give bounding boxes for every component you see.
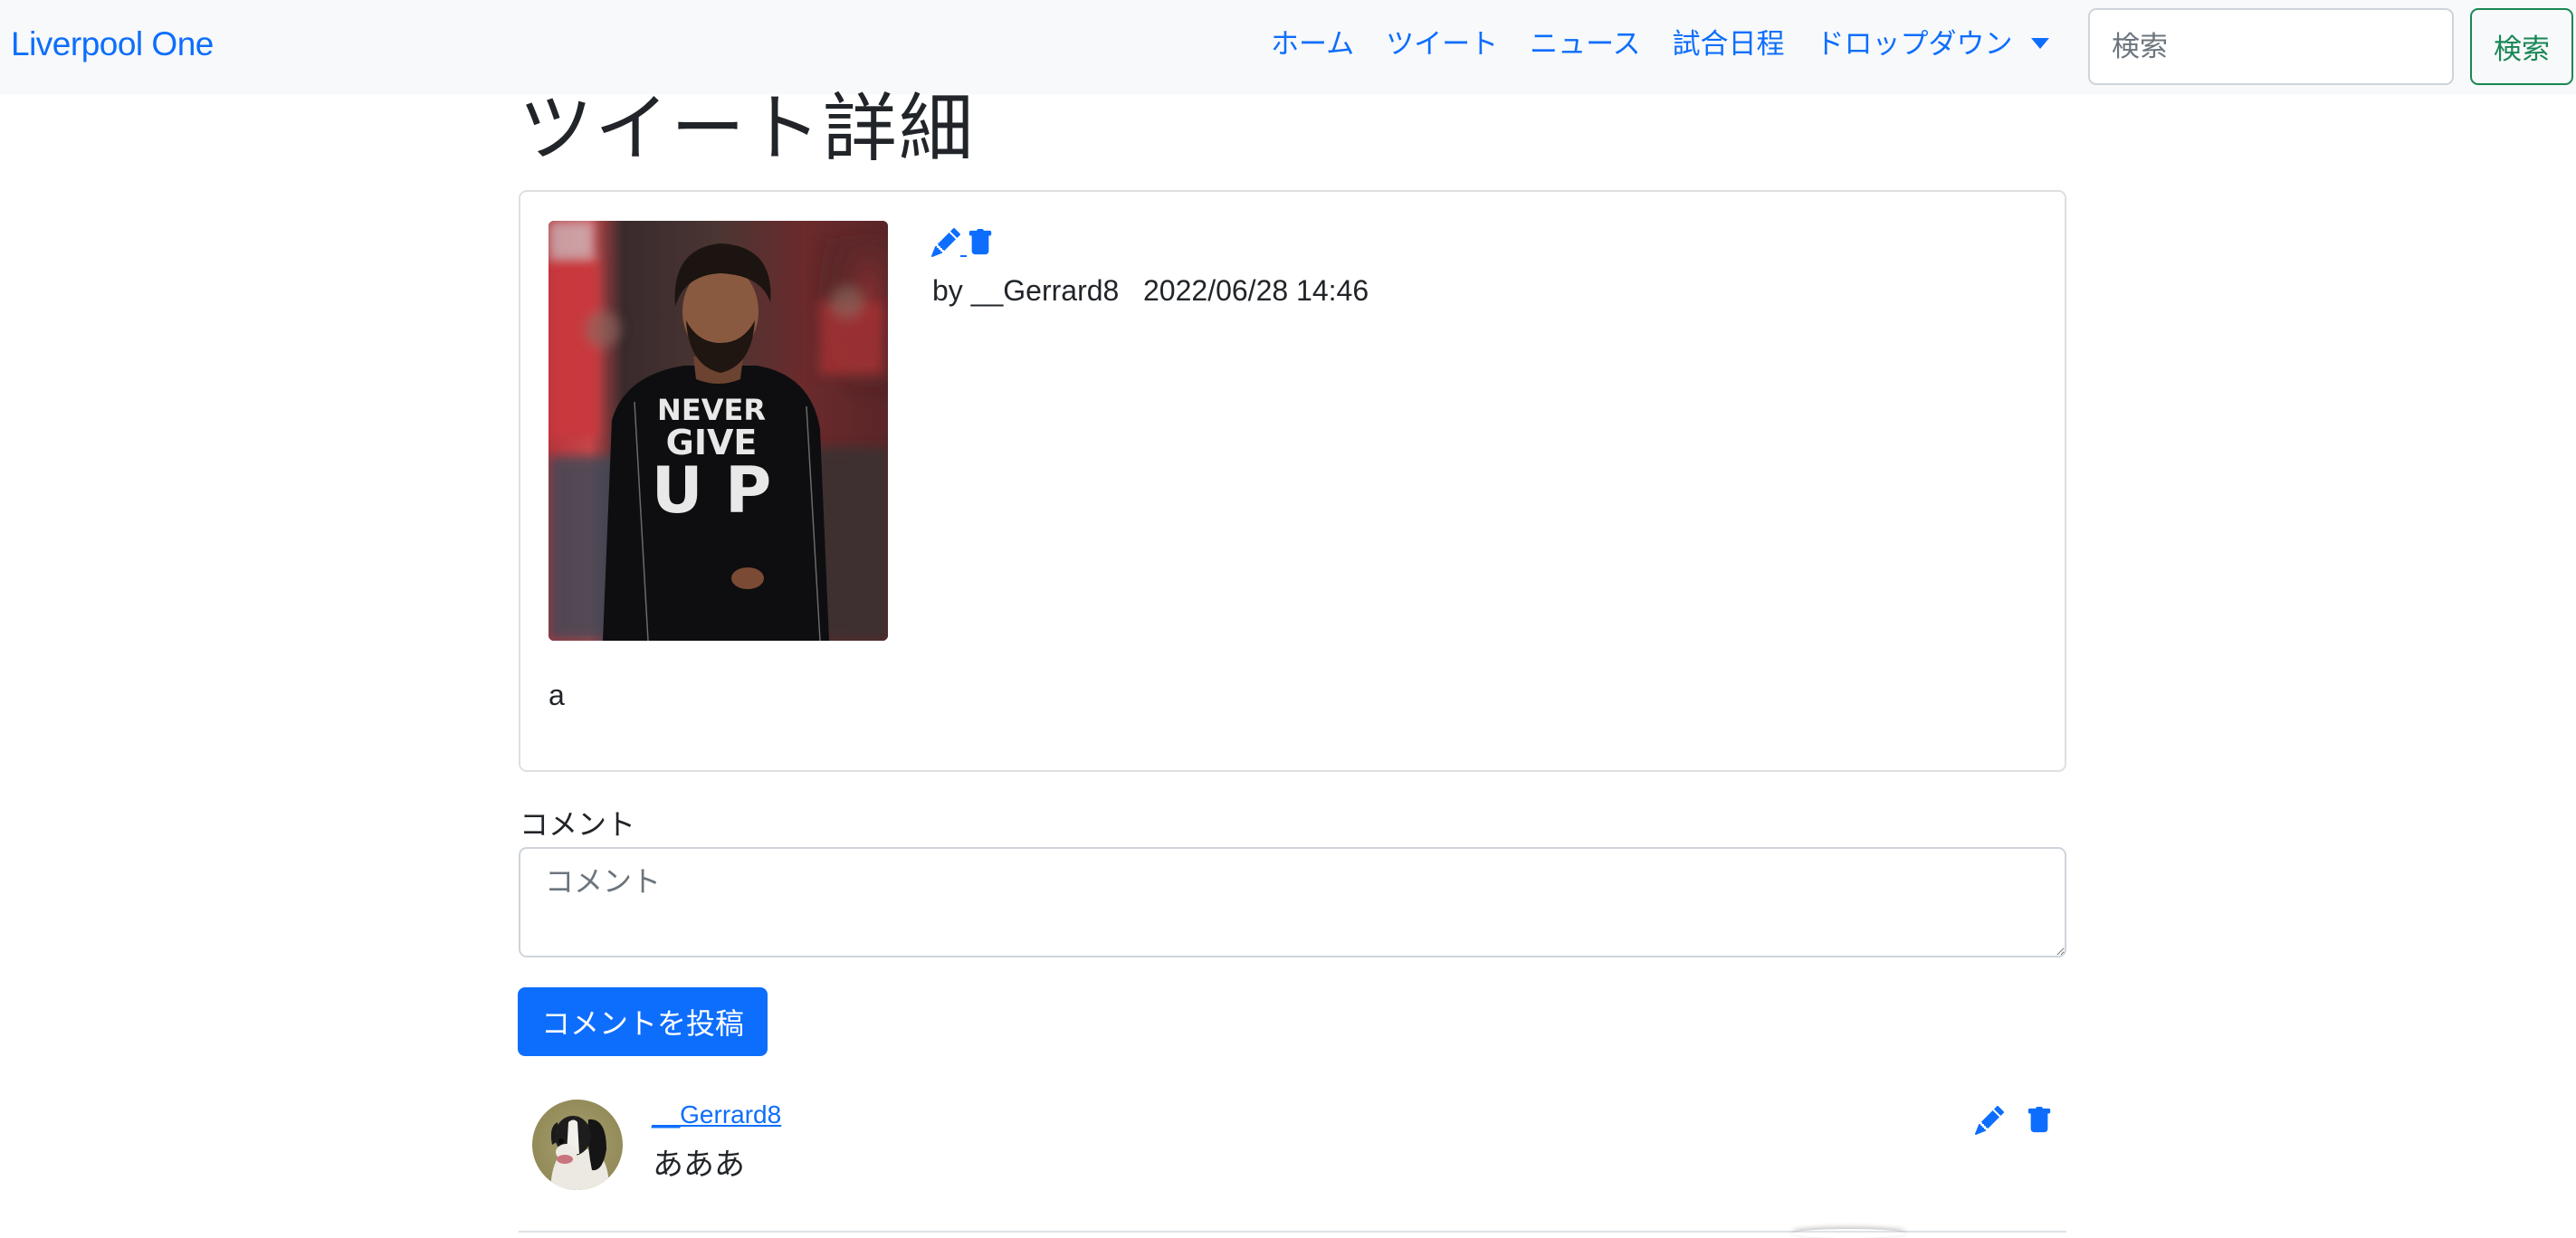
scroll-shadow [1792, 1229, 1905, 1238]
nav-dropdown-toggle[interactable]: ドロップダウン [1817, 22, 2049, 67]
caret-down-icon [2030, 37, 2049, 49]
comment-username-link[interactable]: __Gerrard8 [652, 1097, 781, 1133]
comment-text: あああ [653, 1148, 745, 1182]
comment-edit-button[interactable] [1975, 1106, 2004, 1135]
comment-label: コメント [520, 808, 636, 841]
comment-textarea[interactable] [519, 847, 2066, 957]
dog-avatar-image [532, 1100, 623, 1190]
nav-link-news[interactable]: ニュース [1530, 22, 1640, 67]
tweet-actions [931, 228, 994, 259]
nav-dropdown-label: ドロップダウン [1816, 28, 2013, 60]
tweet-photo: NEVER GIVE U P [549, 221, 888, 641]
comment-actions [1975, 1106, 2053, 1135]
navbar: Liverpool One ホーム ツイート ニュース 試合日程 ドロップダウン… [0, 0, 2576, 94]
submit-comment-button[interactable]: コメントを投稿 [518, 987, 768, 1056]
pencil-icon [931, 228, 960, 257]
shirt-text-up: U P [652, 453, 772, 528]
tweet-body: a [549, 679, 565, 711]
search-button[interactable]: 検索 [2470, 8, 2573, 85]
comment-delete-button[interactable] [2026, 1106, 2053, 1135]
page-title: ツイート詳細 [519, 88, 976, 170]
pencil-icon [1975, 1106, 2004, 1135]
nav-links: ホーム ツイート ニュース 試合日程 ドロップダウン [1271, 22, 2049, 67]
nav-link-fixtures[interactable]: 試合日程 [1673, 22, 1785, 67]
avatar[interactable] [532, 1100, 623, 1190]
comment-item: __Gerrard8 あああ [519, 1077, 2066, 1233]
tweet-delete-button[interactable] [967, 228, 994, 257]
brand-link[interactable]: Liverpool One [11, 22, 214, 67]
trash-icon [968, 229, 992, 255]
trash-icon [2027, 1107, 2051, 1133]
nav-link-home[interactable]: ホーム [1271, 22, 1354, 67]
tweet-image: NEVER GIVE U P [549, 221, 888, 641]
nav-link-tweets[interactable]: ツイート [1386, 22, 1498, 67]
tweet-card: NEVER GIVE U P by __Gerrard8 2022/06/28 … [519, 190, 2066, 772]
tweet-author-line: by __Gerrard8 2022/06/28 14:46 [932, 274, 1369, 307]
search-input[interactable] [2088, 8, 2454, 85]
tweet-edit-button[interactable] [931, 228, 967, 259]
